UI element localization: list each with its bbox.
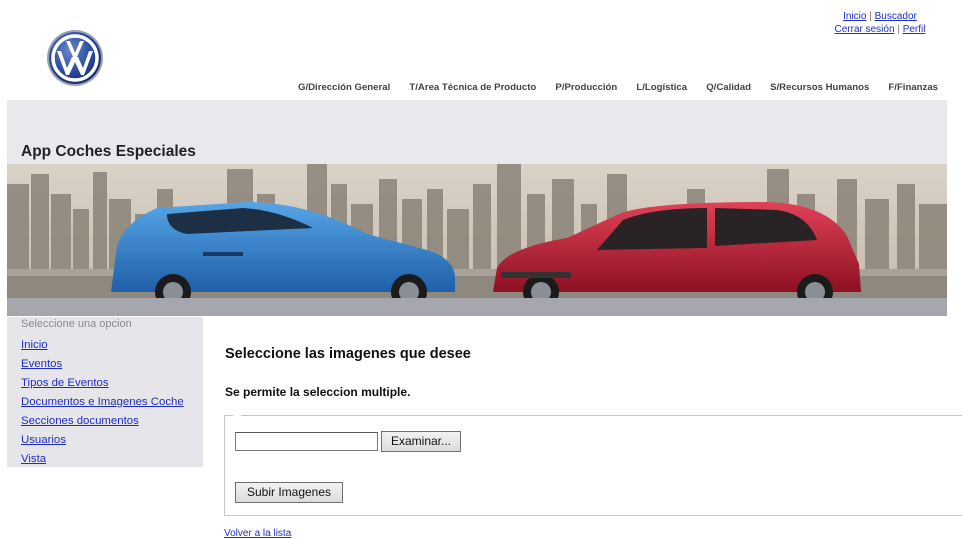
link-inicio[interactable]: Inicio: [843, 11, 866, 22]
browse-button[interactable]: Examinar...: [381, 431, 461, 452]
sidebar-item-secciones-documentos[interactable]: Secciones documentos: [21, 415, 139, 427]
vw-logo[interactable]: [46, 29, 104, 87]
link-perfil[interactable]: Perfil: [903, 24, 926, 35]
sidebar-item-eventos[interactable]: Eventos: [21, 358, 62, 370]
back-to-list-link[interactable]: Volver a la lista: [224, 528, 291, 539]
multiple-selection-note: Se permite la seleccion multiple.: [225, 385, 411, 399]
util-separator: |: [897, 24, 900, 35]
sidebar-heading: Seleccione una opcion: [21, 318, 132, 330]
nav-item-finanzas[interactable]: F/Finanzas: [888, 82, 938, 96]
utility-links: Inicio | Buscador Cerrar sesión | Perfil: [820, 10, 940, 36]
page-title: Seleccione las imagenes que desee: [225, 346, 471, 362]
banner-bottom-strip: [7, 298, 947, 316]
sidebar-item-vista[interactable]: Vista: [21, 453, 46, 465]
nav-item-calidad[interactable]: Q/Calidad: [706, 82, 751, 96]
nav-item-area-tecnica[interactable]: T/Area Técnica de Producto: [409, 82, 536, 96]
file-path-input[interactable]: [235, 432, 378, 451]
nav-item-direccion-general[interactable]: G/Dirección General: [298, 82, 390, 96]
sidebar-item-usuarios[interactable]: Usuarios: [21, 434, 66, 446]
link-buscador[interactable]: Buscador: [875, 11, 917, 22]
link-cerrar-sesion[interactable]: Cerrar sesión: [835, 24, 895, 35]
sidebar-item-tipos-de-eventos[interactable]: Tipos de Eventos: [21, 377, 109, 389]
nav-item-logistica[interactable]: L/Logística: [636, 82, 687, 96]
nav-item-produccion[interactable]: P/Producción: [555, 82, 617, 96]
nav-item-recursos-humanos[interactable]: S/Recursos Humanos: [770, 82, 869, 96]
vw-logo-icon: [47, 30, 103, 86]
upload-images-button[interactable]: Subir Imagenes: [235, 482, 343, 503]
main-nav: G/Dirección General T/Area Técnica de Pr…: [298, 82, 938, 96]
fieldset-legend-gap: [233, 414, 241, 417]
sidebar-menu: Inicio Eventos Tipos de Eventos Document…: [21, 336, 184, 469]
sidebar-item-inicio[interactable]: Inicio: [21, 339, 48, 351]
util-separator: |: [869, 11, 872, 22]
app-title: App Coches Especiales: [21, 143, 196, 160]
sidebar-item-documentos-imagenes[interactable]: Documentos e Imagenes Coche: [21, 396, 184, 408]
banner-image: [7, 164, 947, 298]
banner-cars-illustration: [7, 164, 947, 298]
